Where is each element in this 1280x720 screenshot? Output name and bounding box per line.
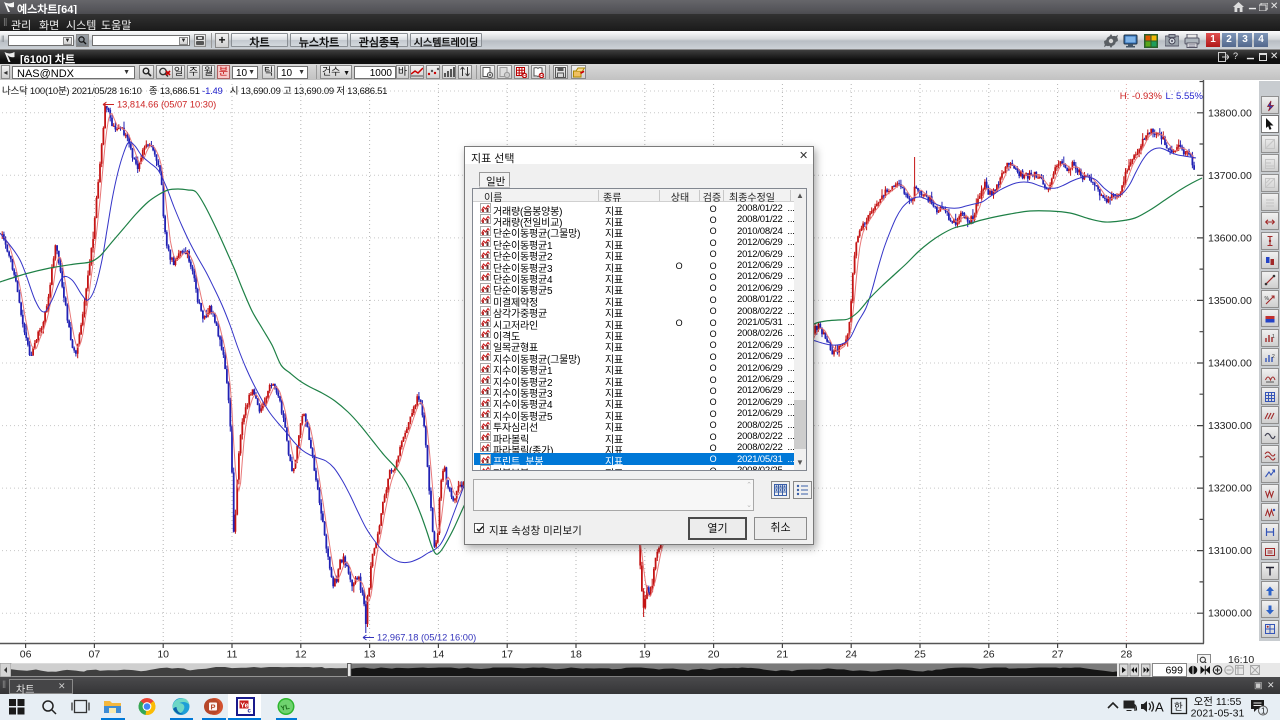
svg-text:16:10: 16:10 [1228, 654, 1254, 663]
svg-text:2021-05-31: 2021-05-31 [1191, 708, 1245, 720]
svg-text:07: 07 [89, 649, 101, 661]
svg-text:13: 13 [364, 649, 376, 661]
svg-text:28: 28 [1121, 649, 1133, 661]
svg-text:13200.00: 13200.00 [1208, 483, 1252, 495]
svg-text:699: 699 [1165, 665, 1183, 677]
svg-text:1: 1 [1272, 334, 1275, 340]
svg-text:18: 18 [570, 649, 582, 661]
svg-text:20: 20 [708, 649, 720, 661]
svg-text:17: 17 [501, 649, 513, 661]
svg-text:A: A [1155, 700, 1164, 715]
svg-text:26: 26 [983, 649, 995, 661]
svg-text:13,814.66 (05/07 10:30): 13,814.66 (05/07 10:30) [117, 100, 216, 110]
svg-text:13300.00: 13300.00 [1208, 420, 1252, 432]
svg-text:13800.00: 13800.00 [1208, 107, 1252, 119]
svg-text:오전 11:55: 오전 11:55 [1194, 696, 1242, 708]
svg-text:21: 21 [777, 649, 789, 661]
svg-text:13400.00: 13400.00 [1208, 358, 1252, 370]
svg-text:13700.00: 13700.00 [1208, 170, 1252, 182]
svg-text:%: % [1264, 296, 1269, 302]
svg-text:2: 2 [1272, 354, 1275, 360]
svg-text:14: 14 [433, 649, 445, 661]
svg-text:1: 1 [1261, 707, 1266, 716]
svg-text:13100.00: 13100.00 [1208, 545, 1252, 557]
svg-text:12,967.18 (05/12 16:00): 12,967.18 (05/12 16:00) [377, 633, 476, 643]
svg-text:19: 19 [639, 649, 651, 661]
svg-text:25: 25 [914, 649, 926, 661]
svg-text:10: 10 [157, 649, 169, 661]
svg-text:12: 12 [295, 649, 307, 661]
svg-text:13000.00: 13000.00 [1208, 608, 1252, 620]
svg-text:B: B [540, 73, 544, 78]
svg-text:B: B [523, 73, 527, 78]
svg-text:27: 27 [1052, 649, 1064, 661]
svg-text:한: 한 [1174, 702, 1183, 713]
svg-text:11: 11 [227, 649, 238, 661]
svg-text:13600.00: 13600.00 [1208, 232, 1252, 244]
svg-text:24: 24 [845, 649, 857, 661]
svg-text:P: P [211, 702, 216, 711]
svg-text:13500.00: 13500.00 [1208, 295, 1252, 307]
svg-text:06: 06 [20, 649, 32, 661]
